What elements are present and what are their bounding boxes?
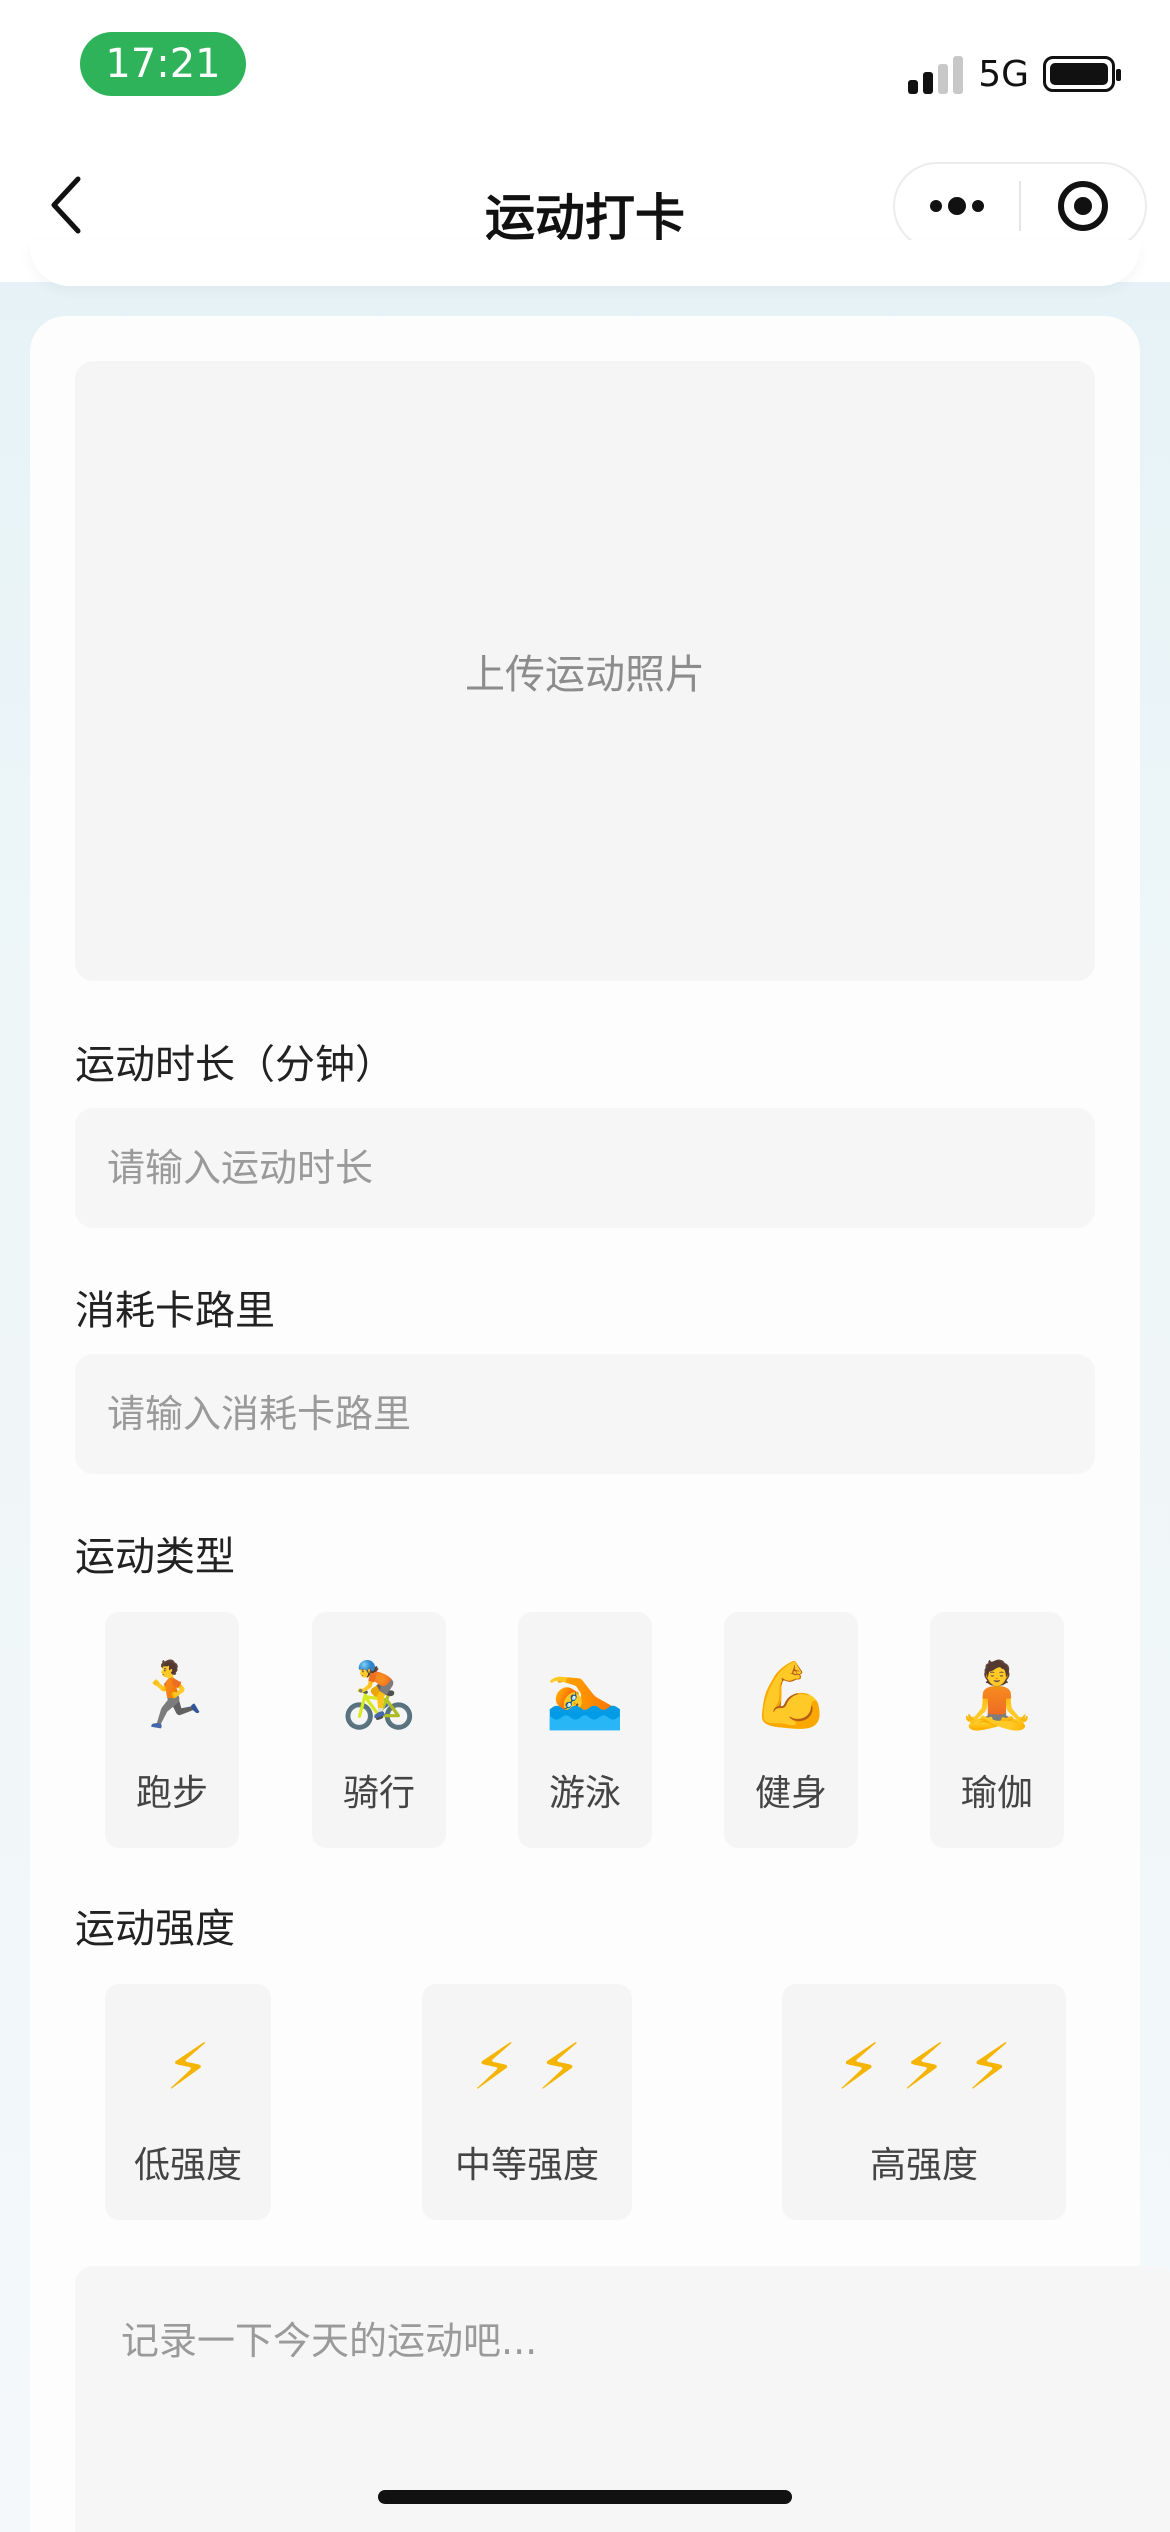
more-dot-icon [972, 200, 984, 212]
more-dot-icon [930, 200, 942, 212]
sport-type-option-swimming[interactable]: 🏊 游泳 [518, 1612, 652, 1848]
yoga-icon: 🧘 [957, 1659, 1037, 1733]
sport-type-label: 运动类型 [75, 1534, 235, 1580]
intensity-label-medium: 中等强度 [454, 2145, 599, 2186]
intensity-option-low[interactable]: ⚡ 低强度 [105, 1984, 271, 2220]
intensity-option-high[interactable]: ⚡ ⚡ ⚡ 高强度 [782, 1984, 1066, 2220]
sport-type-option-fitness[interactable]: 💪 健身 [724, 1612, 858, 1848]
close-mini-program-button[interactable] [1021, 164, 1145, 248]
status-bar: 17:21 5G [0, 0, 1170, 132]
signal-icon [908, 54, 964, 94]
intensity-label-high: 高强度 [869, 2145, 978, 2186]
status-indicators: 5G [908, 52, 1121, 96]
network-type: 5G [978, 53, 1029, 95]
swimming-icon: 🏊 [545, 1659, 625, 1733]
upload-label: 上传运动照片 [465, 652, 705, 698]
lightning-bolt-icon: ⚡ ⚡ [471, 2031, 583, 2105]
sport-type-label-fitness: 健身 [754, 1773, 827, 1814]
more-dot-icon [948, 197, 966, 215]
sport-type-label-yoga: 瑜伽 [960, 1773, 1033, 1814]
sport-type-option-cycling[interactable]: 🚴 骑行 [312, 1612, 446, 1848]
target-icon [1057, 181, 1108, 231]
photo-upload-area[interactable]: 上传运动照片 [75, 361, 1095, 981]
intensity-label: 运动强度 [75, 1906, 235, 1952]
battery-icon [1043, 56, 1121, 92]
status-time: 17:21 [80, 32, 246, 96]
intensity-option-medium[interactable]: ⚡ ⚡ 中等强度 [422, 1984, 632, 2220]
duration-label: 运动时长（分钟） [75, 1042, 395, 1088]
previous-card-edge [30, 240, 1140, 286]
checkin-form-card: 上传运动照片 运动时长（分钟） 消耗卡路里 运动类型 🏃 跑步 🚴 骑行 🏊 游… [30, 316, 1170, 2532]
more-button[interactable] [895, 164, 1019, 248]
lightning-bolt-icon: ⚡ ⚡ ⚡ [836, 2031, 1012, 2105]
home-indicator [378, 2490, 792, 2504]
flexed-biceps-icon: 💪 [751, 1659, 831, 1733]
sport-type-option-yoga[interactable]: 🧘 瑜伽 [930, 1612, 1064, 1848]
intensity-label-low: 低强度 [133, 2145, 242, 2186]
sport-type-label-swimming: 游泳 [548, 1773, 621, 1814]
sport-type-label-running: 跑步 [135, 1773, 208, 1814]
page: 17:21 5G 运动打卡 上传运动照片 运动时长（分钟） 请输入运动时长 消耗… [0, 0, 1170, 2532]
mini-program-capsule [893, 162, 1147, 250]
calories-input[interactable] [75, 1354, 1095, 1474]
lightning-bolt-icon: ⚡ [165, 2031, 211, 2105]
sport-type-option-running[interactable]: 🏃 跑步 [105, 1612, 239, 1848]
cycling-icon: 🚴 [339, 1659, 419, 1733]
running-icon: 🏃 [132, 1659, 212, 1733]
calories-label: 消耗卡路里 [75, 1288, 275, 1334]
sport-type-label-cycling: 骑行 [342, 1773, 415, 1814]
duration-input[interactable] [75, 1108, 1095, 1228]
